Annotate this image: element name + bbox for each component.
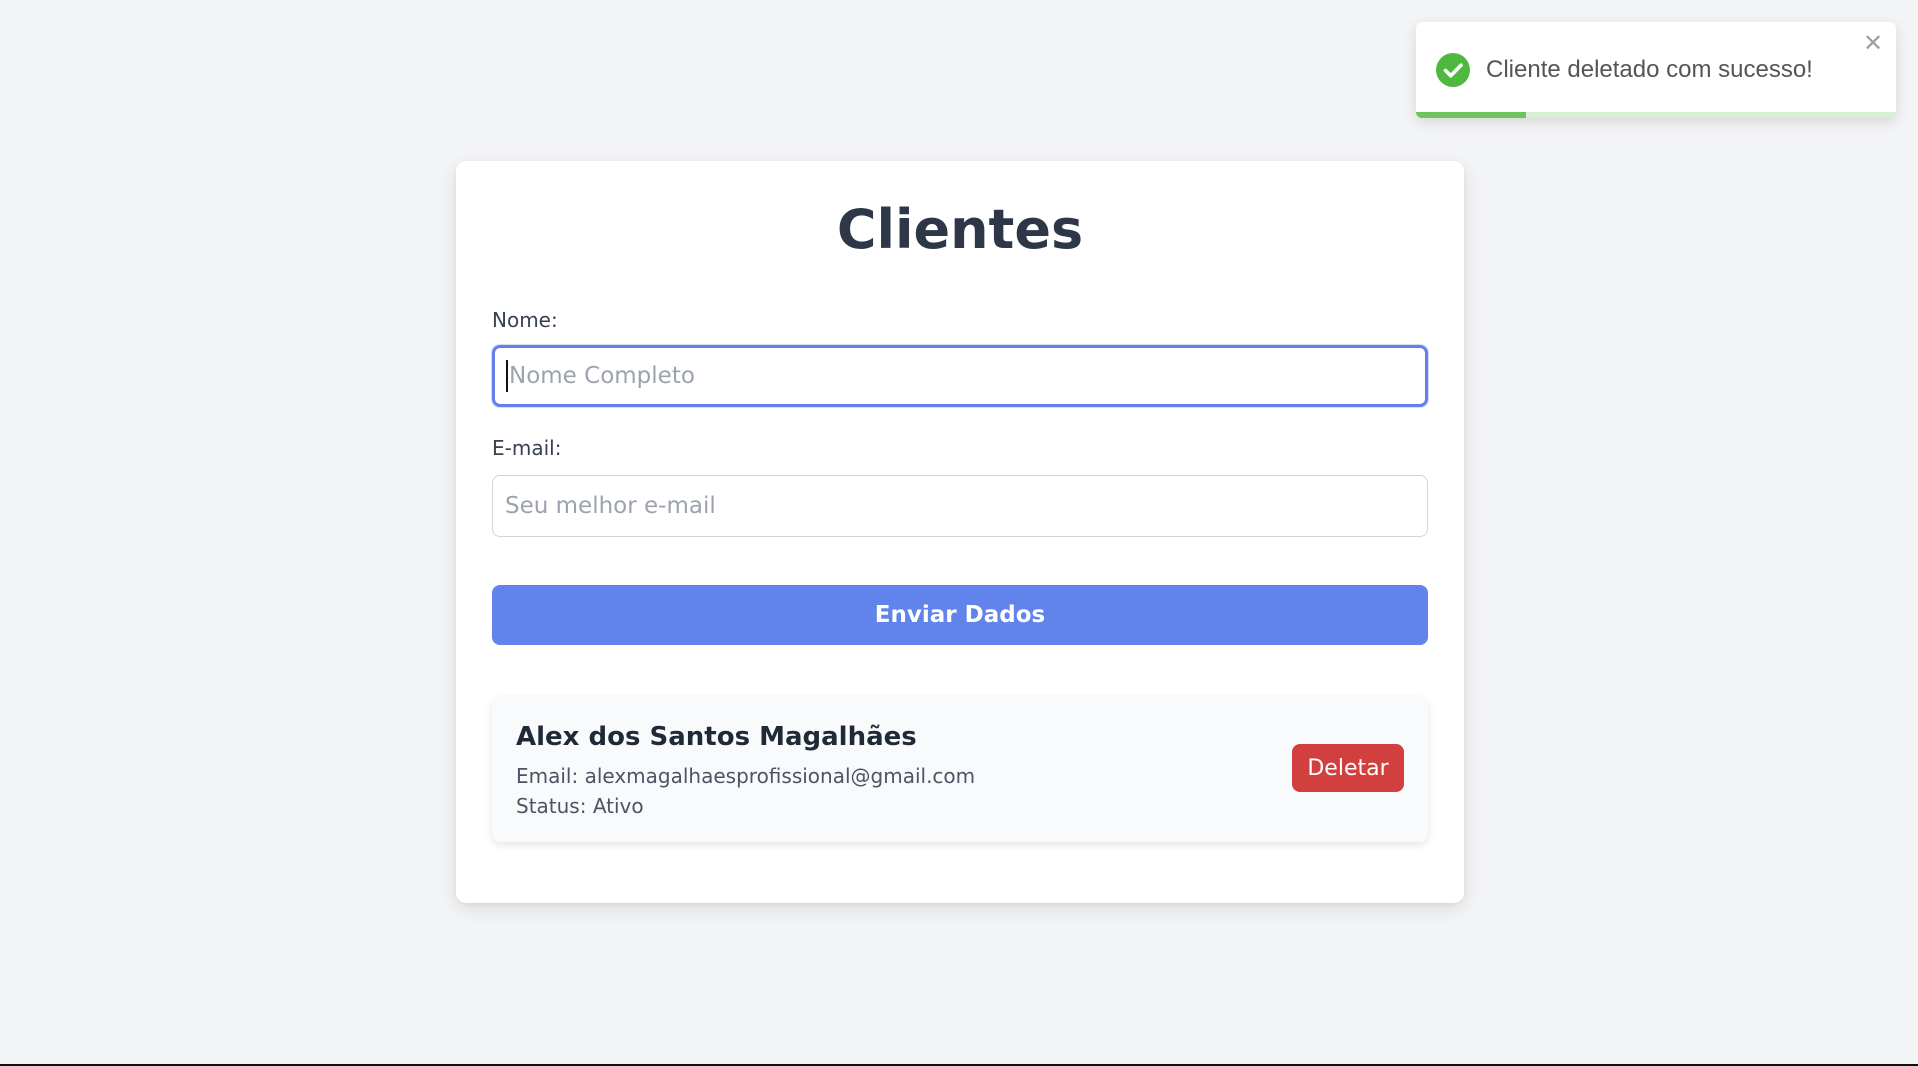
name-input[interactable] bbox=[492, 345, 1428, 407]
clients-card: Clientes Nome: E-mail: Enviar Dados Alex… bbox=[456, 161, 1464, 903]
page-title: Clientes bbox=[836, 198, 1084, 261]
email-input[interactable] bbox=[492, 475, 1428, 537]
toast-message: Cliente deletado com sucesso! bbox=[1486, 56, 1813, 83]
client-status: Status: Ativo bbox=[516, 794, 644, 818]
check-circle-icon bbox=[1436, 53, 1470, 87]
client-email: Email: alexmagalhaesprofissional@gmail.c… bbox=[516, 764, 976, 788]
toast-progress-bar bbox=[1416, 112, 1527, 118]
close-icon[interactable]: ✕ bbox=[1860, 28, 1886, 58]
client-list-item: Alex dos Santos Magalhães Email: alexmag… bbox=[492, 696, 1428, 842]
text-caret bbox=[506, 360, 508, 392]
submit-button[interactable]: Enviar Dados bbox=[492, 585, 1428, 645]
toast-progress-track bbox=[1416, 112, 1896, 118]
delete-button[interactable]: Deletar bbox=[1292, 744, 1404, 792]
name-label: Nome: bbox=[492, 308, 558, 332]
email-label: E-mail: bbox=[492, 436, 562, 460]
client-name: Alex dos Santos Magalhães bbox=[516, 722, 917, 752]
toast-notification: Cliente deletado com sucesso! ✕ bbox=[1416, 22, 1896, 118]
